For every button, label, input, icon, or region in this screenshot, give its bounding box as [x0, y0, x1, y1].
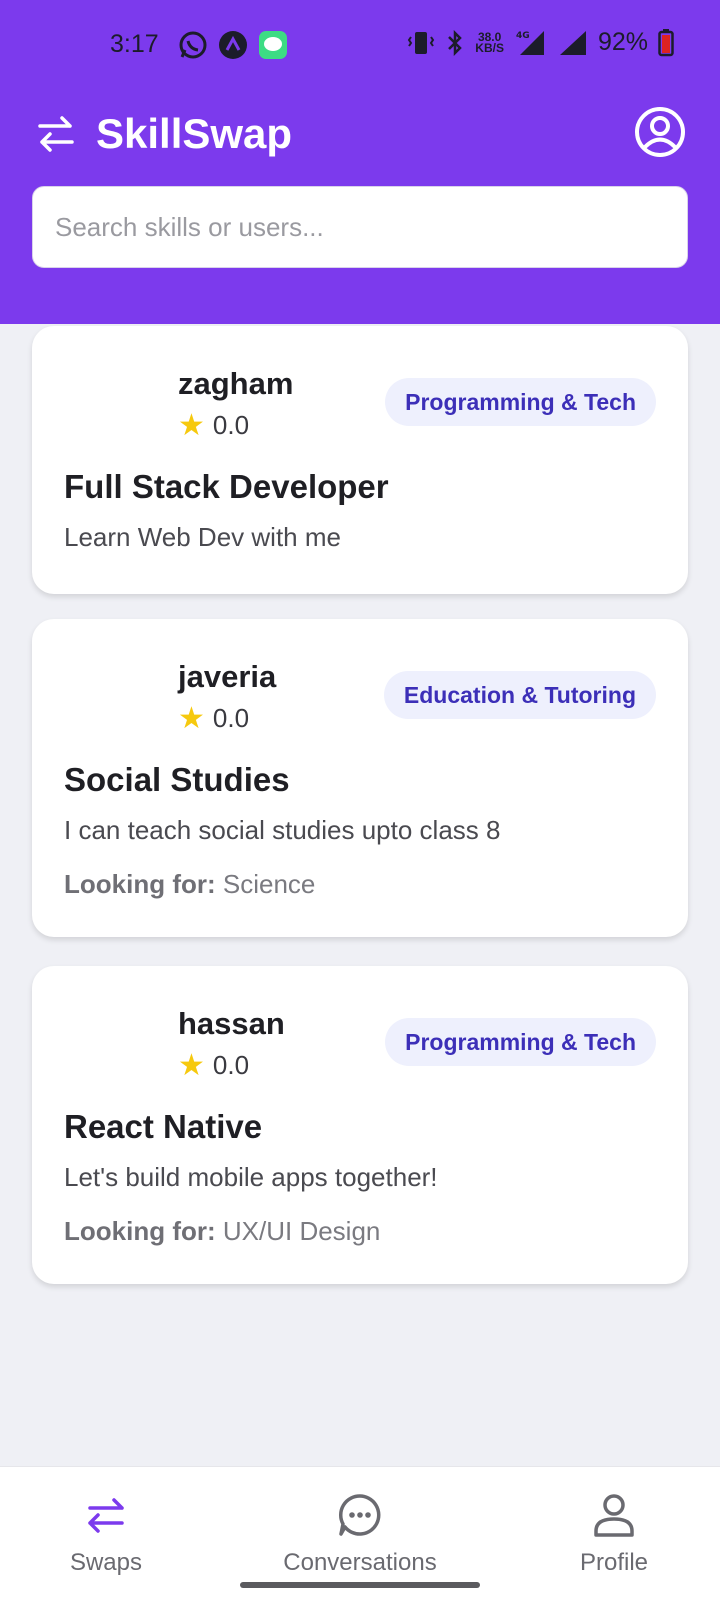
rating: ★ 0.0	[178, 703, 249, 734]
bluetooth-icon	[448, 29, 463, 56]
nav-label: Swaps	[69, 1549, 143, 1576]
whatsapp-icon	[179, 31, 207, 59]
rating-value: 0.0	[212, 410, 250, 440]
signal-icon	[559, 30, 586, 55]
looking-for-value: UX/UI Design	[222, 1216, 381, 1246]
swap-icon	[38, 116, 74, 152]
looking-for-label: Looking for:	[64, 1216, 216, 1246]
skill-title: Social Studies	[64, 761, 290, 798]
search-input[interactable]	[55, 211, 665, 243]
status-time: 3:17	[110, 30, 159, 58]
looking-for-value: Science	[222, 869, 316, 899]
battery-icon	[658, 28, 674, 56]
messages-icon	[259, 31, 287, 59]
nav-swaps[interactable]: Swaps	[56, 1467, 156, 1600]
star-icon: ★	[178, 1048, 205, 1082]
rating: ★ 0.0	[178, 410, 249, 441]
swap-card[interactable]: javeria ★ 0.0 Education & Tutoring Social…	[32, 619, 688, 937]
looking-for-label: Looking for:	[64, 869, 216, 899]
swap-card[interactable]: zagham ★ 0.0 Programming & Tech Full Stac…	[32, 326, 688, 594]
rating: ★ 0.0	[178, 1050, 249, 1081]
status-bar: 3:17 38.0 KB/S 4G 92%	[0, 0, 720, 94]
swap-icon	[88, 1498, 124, 1533]
username: zagham	[178, 366, 294, 401]
skill-description: Let's build mobile apps together!	[64, 1162, 438, 1192]
search-box[interactable]	[32, 186, 688, 268]
skill-description: I can teach social studies upto class 8	[64, 815, 501, 845]
swap-card[interactable]: hassan ★ 0.0 Programming & Tech React Nat…	[32, 966, 688, 1284]
rating-value: 0.0	[212, 703, 250, 733]
app-title-row: SkillSwap	[36, 106, 686, 162]
network-speed: 38.0 KB/S	[475, 29, 504, 55]
category-badge: Programming & Tech	[385, 1018, 656, 1066]
skill-title: Full Stack Developer	[64, 468, 389, 505]
battery-percent: 92%	[597, 28, 648, 56]
star-icon: ★	[178, 701, 205, 735]
account-circle-icon[interactable]	[634, 106, 686, 158]
person-icon	[594, 1494, 634, 1537]
nav-conversations[interactable]: Conversations	[270, 1467, 450, 1600]
skill-title: React Native	[64, 1108, 263, 1145]
rating-value: 0.0	[212, 1050, 250, 1080]
status-right: 38.0 KB/S 4G 92%	[407, 28, 674, 57]
bottom-nav: Swaps Conversations Profile	[0, 1466, 720, 1600]
skill-description: Learn Web Dev with me	[64, 522, 341, 552]
notification-icons	[178, 30, 288, 60]
home-indicator[interactable]	[240, 1582, 480, 1588]
username: javeria	[178, 659, 277, 694]
star-icon: ★	[178, 408, 205, 442]
category-badge: Education & Tutoring	[383, 671, 656, 719]
chat-icon	[339, 1494, 381, 1536]
category-badge: Programming & Tech	[385, 378, 656, 426]
username: hassan	[178, 1006, 285, 1041]
looking-for: Looking for: Science	[64, 869, 315, 900]
signal-4g-icon: 4G	[516, 30, 544, 55]
vibrate-icon	[408, 31, 435, 54]
svg-text:4G: 4G	[516, 31, 530, 41]
looking-for: Looking for: UX/UI Design	[64, 1216, 380, 1247]
nav-label: Conversations	[283, 1549, 437, 1576]
app-notification-icon	[219, 31, 247, 59]
nav-profile[interactable]: Profile	[564, 1467, 664, 1600]
app-title: SkillSwap	[96, 110, 293, 157]
nav-label: Profile	[579, 1549, 649, 1576]
app-header: 3:17 38.0 KB/S 4G 92% SkillSwap	[0, 0, 720, 324]
